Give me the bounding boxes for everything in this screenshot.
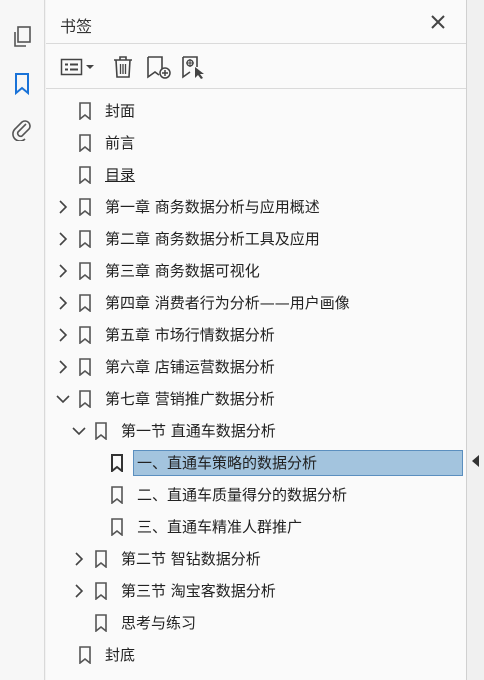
chevron-right-icon[interactable] bbox=[56, 328, 70, 342]
bookmark-icon bbox=[94, 582, 108, 600]
bookmark-label: 第三章 商务数据可视化 bbox=[105, 262, 260, 280]
panel-splitter[interactable] bbox=[466, 0, 484, 680]
bookmark-item[interactable]: 封底 bbox=[56, 641, 139, 669]
bookmark-label: 第一章 商务数据分析与应用概述 bbox=[105, 198, 320, 216]
bookmark-item[interactable]: 第六章 店铺运营数据分析 bbox=[56, 353, 279, 381]
pages-icon[interactable] bbox=[9, 24, 35, 50]
chevron-down-icon[interactable] bbox=[56, 392, 70, 406]
bookmark-item[interactable]: 第三章 商务数据可视化 bbox=[56, 257, 264, 285]
bookmark-item[interactable]: 目录 bbox=[56, 161, 139, 189]
bookmark-label: 前言 bbox=[105, 134, 136, 152]
bookmark-label: 三、直通车精准人群推广 bbox=[137, 518, 303, 536]
bookmark-toolbar bbox=[46, 45, 466, 89]
bookmarks-panel: 书签 封面 前言 目录 第一章 商务数据分析与应用概述 第二章 商务数据分析工具… bbox=[46, 0, 466, 680]
bookmark-label: 二、直通车质量得分的数据分析 bbox=[137, 486, 348, 504]
bookmark-icon bbox=[78, 358, 92, 376]
bookmark-label: 第四章 消费者行为分析——用户画像 bbox=[105, 294, 350, 312]
bookmark-icon bbox=[94, 550, 108, 568]
bookmark-label: 第三节 淘宝客数据分析 bbox=[121, 582, 276, 600]
bookmark-icon bbox=[78, 646, 92, 664]
bookmark-label: 第七章 营销推广数据分析 bbox=[105, 390, 275, 408]
bookmark-from-structure-icon[interactable] bbox=[181, 54, 207, 80]
bookmark-item-selected[interactable]: 一、直通车策略的数据分析 bbox=[88, 449, 463, 477]
bookmark-label: 封面 bbox=[105, 102, 136, 120]
chevron-right-icon[interactable] bbox=[56, 296, 70, 310]
bookmark-icon bbox=[78, 198, 92, 216]
bookmark-label: 第六章 店铺运营数据分析 bbox=[105, 358, 275, 376]
bookmark-icon bbox=[78, 134, 92, 152]
bookmark-icon bbox=[78, 262, 92, 280]
chevron-right-icon[interactable] bbox=[56, 200, 70, 214]
bookmark-icon bbox=[94, 614, 108, 632]
close-icon[interactable] bbox=[429, 13, 447, 31]
panel-header: 书签 bbox=[46, 0, 466, 44]
bookmark-label: 第二章 商务数据分析工具及应用 bbox=[105, 230, 320, 248]
attachment-icon[interactable] bbox=[9, 116, 35, 142]
bookmark-icon bbox=[110, 486, 124, 504]
bookmark-icon bbox=[78, 230, 92, 248]
bookmark-label: 封底 bbox=[105, 646, 136, 664]
panel-title: 书签 bbox=[60, 17, 93, 36]
bookmark-item[interactable]: 第四章 消费者行为分析——用户画像 bbox=[56, 289, 354, 317]
chevron-right-icon[interactable] bbox=[72, 584, 86, 598]
bookmark-item[interactable]: 前言 bbox=[56, 129, 139, 157]
delete-icon[interactable] bbox=[112, 54, 134, 80]
bookmark-item[interactable]: 第一节 直通车数据分析 bbox=[72, 417, 280, 445]
bookmark-item[interactable]: 第二节 智钻数据分析 bbox=[72, 545, 265, 573]
bookmark-icon bbox=[78, 102, 92, 120]
bookmark-label: 一、直通车策略的数据分析 bbox=[133, 450, 463, 476]
bookmark-icon bbox=[94, 422, 108, 440]
bookmark-label: 第一节 直通车数据分析 bbox=[121, 422, 276, 440]
bookmark-item[interactable]: 二、直通车质量得分的数据分析 bbox=[88, 481, 351, 509]
bookmark-icon[interactable] bbox=[9, 71, 35, 97]
bookmark-label: 目录 bbox=[105, 166, 136, 184]
options-menu-icon[interactable] bbox=[60, 54, 96, 80]
bookmark-item[interactable]: 第一章 商务数据分析与应用概述 bbox=[56, 193, 324, 221]
chevron-right-icon[interactable] bbox=[56, 264, 70, 278]
bookmark-label: 第二节 智钻数据分析 bbox=[121, 550, 261, 568]
bookmark-item[interactable]: 第二章 商务数据分析工具及应用 bbox=[56, 225, 324, 253]
bookmark-icon bbox=[110, 518, 124, 536]
chevron-right-icon[interactable] bbox=[56, 232, 70, 246]
chevron-right-icon[interactable] bbox=[56, 360, 70, 374]
new-bookmark-icon[interactable] bbox=[146, 54, 172, 80]
bookmark-label: 思考与练习 bbox=[121, 614, 197, 632]
chevron-right-icon[interactable] bbox=[72, 552, 86, 566]
bookmark-item[interactable]: 封面 bbox=[56, 97, 139, 125]
bookmark-item[interactable]: 第七章 营销推广数据分析 bbox=[56, 385, 279, 413]
bookmark-item[interactable]: 第三节 淘宝客数据分析 bbox=[72, 577, 280, 605]
bookmark-item[interactable]: 思考与练习 bbox=[72, 609, 200, 637]
bookmark-icon bbox=[78, 390, 92, 408]
bookmark-icon bbox=[78, 294, 92, 312]
chevron-down-icon[interactable] bbox=[72, 424, 86, 438]
navigation-rail bbox=[0, 0, 45, 680]
bookmark-item[interactable]: 三、直通车精准人群推广 bbox=[88, 513, 306, 541]
collapse-arrow-icon[interactable] bbox=[472, 455, 479, 467]
bookmark-icon bbox=[78, 326, 92, 344]
bookmark-icon bbox=[110, 454, 124, 472]
bookmark-item[interactable]: 第五章 市场行情数据分析 bbox=[56, 321, 279, 349]
bookmark-label: 第五章 市场行情数据分析 bbox=[105, 326, 275, 344]
bookmark-icon bbox=[78, 166, 92, 184]
